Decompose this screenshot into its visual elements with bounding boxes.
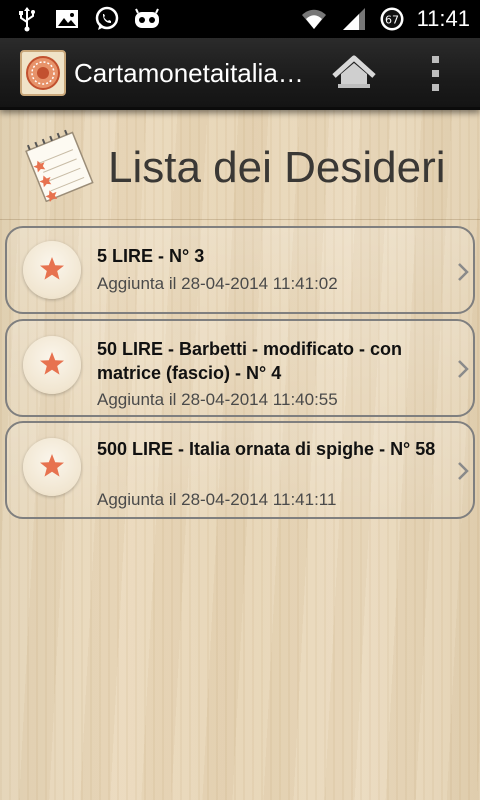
chevron-right-icon (458, 263, 469, 281)
app-logo-icon[interactable] (20, 50, 66, 96)
signal-icon (342, 8, 365, 30)
android-icon (135, 8, 159, 28)
app-title: Cartamonetaitaliana (74, 58, 304, 88)
usb-icon (19, 7, 35, 32)
action-bar: Cartamonetaitaliana (0, 38, 480, 110)
battery-level: 67 (385, 14, 399, 27)
star-badge (23, 336, 81, 394)
item-date: Aggiunta il 28-04-2014 11:40:55 (97, 390, 338, 409)
overflow-menu-icon[interactable] (428, 54, 444, 94)
home-icon[interactable] (330, 52, 378, 96)
item-title: 500 LIRE - Italia ornata di spighe - N° … (97, 439, 436, 459)
item-title: 50 LIRE - Barbetti - modificato - con ma… (97, 339, 403, 383)
list-item[interactable]: 50 LIRE - Barbetti - modificato - con ma… (5, 319, 475, 417)
list-item[interactable]: 500 LIRE - Italia ornata di spighe - N° … (5, 421, 475, 519)
wifi-icon (301, 9, 326, 29)
page-title: Lista dei Desideri (108, 143, 446, 192)
star-badge (23, 241, 81, 299)
battery-icon: 67 (380, 7, 404, 31)
star-icon (40, 352, 64, 375)
chevron-right-icon (458, 360, 469, 378)
whatsapp-icon (95, 6, 119, 30)
item-date: Aggiunta il 28-04-2014 11:41:11 (97, 490, 337, 509)
star-icon (40, 454, 64, 477)
item-title: 5 LIRE - N° 3 (97, 246, 205, 266)
clock: 11:41 (416, 6, 470, 31)
item-date: Aggiunta il 28-04-2014 11:41:02 (97, 274, 338, 293)
status-bar: 67 11:41 (0, 0, 480, 38)
star-badge (23, 438, 81, 496)
page-header: Lista dei Desideri (0, 110, 480, 220)
image-icon (56, 10, 78, 28)
star-icon (40, 257, 64, 280)
notepad-stars-icon (25, 129, 94, 202)
list-item[interactable]: 5 LIRE - N° 3 Aggiunta il 28-04-2014 11:… (5, 226, 475, 314)
chevron-right-icon (458, 462, 469, 480)
